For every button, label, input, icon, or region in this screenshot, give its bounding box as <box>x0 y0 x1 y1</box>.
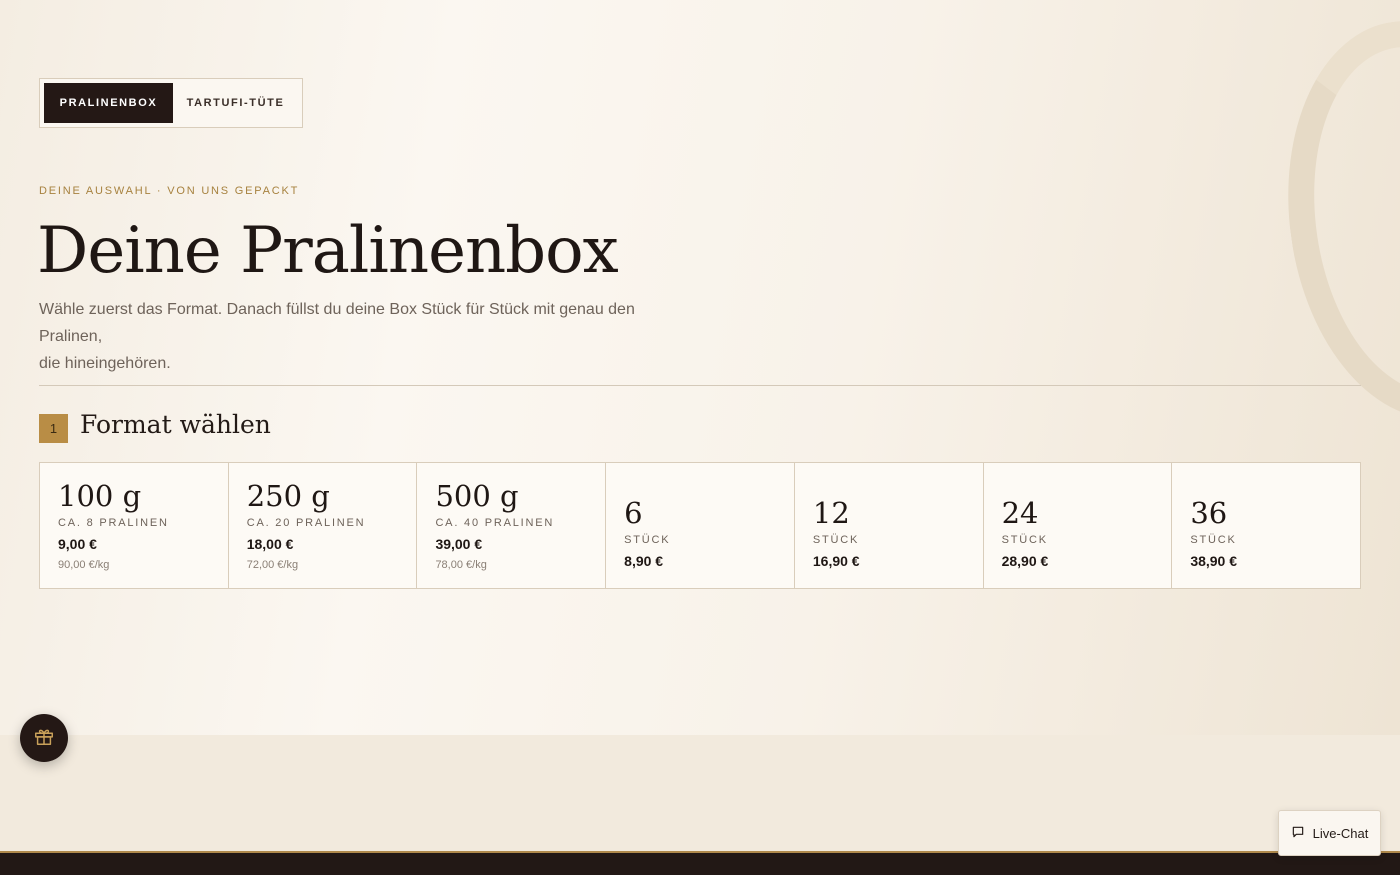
step-number-badge: 1 <box>39 414 68 443</box>
tab-tartufi-tuete[interactable]: TARTUFI-TÜTE <box>173 83 298 123</box>
format-sub: STÜCK <box>1190 534 1237 546</box>
format-name: 12 <box>812 496 850 530</box>
format-options: 100 g CA. 8 PRALINEN 9,00 € 90,00 €/kg 2… <box>39 462 1361 589</box>
intro-line-2: die hineingehören. <box>39 355 171 372</box>
footer <box>0 853 1400 875</box>
format-option-12-stueck[interactable]: 12 STÜCK 16,90 € <box>795 463 984 588</box>
format-option-36-stueck[interactable]: 36 STÜCK 38,90 € <box>1172 463 1360 588</box>
gift-button[interactable] <box>20 714 68 762</box>
product-type-tabs: PRALINENBOX TARTUFI-TÜTE <box>39 78 303 128</box>
format-unit-price: 90,00 €/kg <box>58 559 110 571</box>
section-divider <box>39 385 1361 386</box>
format-name: 100 g <box>58 479 142 513</box>
decorative-letter <box>1263 3 1400 437</box>
live-chat-label: Live-Chat <box>1312 825 1369 841</box>
format-name: 500 g <box>435 479 519 513</box>
format-sub: STÜCK <box>624 534 671 546</box>
format-sub: CA. 20 PRALINEN <box>246 517 366 529</box>
format-price: 9,00 € <box>58 536 97 552</box>
live-chat-button[interactable]: Live-Chat <box>1278 810 1381 856</box>
format-price: 39,00 € <box>435 536 483 552</box>
format-option-500g[interactable]: 500 g CA. 40 PRALINEN 39,00 € 78,00 €/kg <box>417 463 607 588</box>
format-sub: STÜCK <box>812 534 860 546</box>
intro-text: Wähle zuerst das Format. Danach füllst d… <box>39 296 699 377</box>
format-name: 36 <box>1190 496 1228 530</box>
format-price: 18,00 € <box>246 536 294 552</box>
format-unit-price: 72,00 €/kg <box>246 559 299 571</box>
format-sub: CA. 40 PRALINEN <box>435 517 555 529</box>
format-price: 38,90 € <box>1190 553 1238 569</box>
format-option-6-stueck[interactable]: 6 STÜCK 8,90 € <box>606 463 795 588</box>
format-sub: STÜCK <box>1001 534 1048 546</box>
format-option-24-stueck[interactable]: 24 STÜCK 28,90 € <box>984 463 1173 588</box>
intro-line-1: Wähle zuerst das Format. Danach füllst d… <box>39 301 635 345</box>
format-name: 250 g <box>246 479 330 513</box>
gift-icon <box>33 725 55 752</box>
format-price: 16,90 € <box>812 553 860 569</box>
tab-pralinenbox[interactable]: PRALINENBOX <box>44 83 173 123</box>
format-name: 24 <box>1001 496 1039 530</box>
eyebrow-text: DEINE AUSWAHL · VON UNS GEPACKT <box>39 185 300 197</box>
format-option-100g[interactable]: 100 g CA. 8 PRALINEN 9,00 € 90,00 €/kg <box>40 463 229 588</box>
format-price: 8,90 € <box>624 553 664 569</box>
lower-section <box>0 735 1400 851</box>
format-option-250g[interactable]: 250 g CA. 20 PRALINEN 18,00 € 72,00 €/kg <box>229 463 418 588</box>
format-name: 6 <box>624 496 643 530</box>
page-title: Deine Pralinenbox <box>37 214 619 288</box>
format-unit-price: 78,00 €/kg <box>435 559 487 571</box>
format-price: 28,90 € <box>1001 553 1049 569</box>
format-sub: CA. 8 PRALINEN <box>58 517 169 529</box>
step-title: Format wählen <box>80 410 271 439</box>
chat-bubble-icon <box>1291 825 1305 842</box>
